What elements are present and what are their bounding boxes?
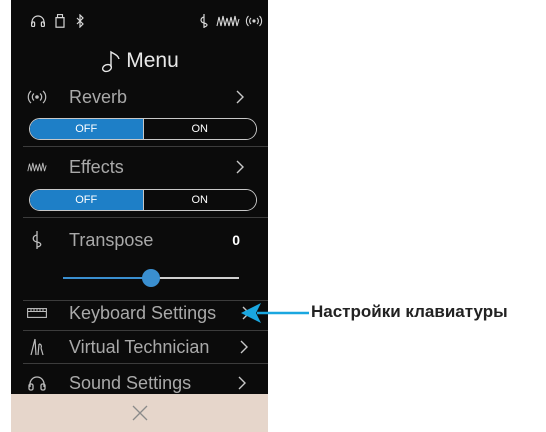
keyboard-settings-label: Keyboard Settings (69, 302, 217, 323)
divider (23, 217, 268, 218)
menu-title-label: Menu (126, 49, 179, 72)
menu-item-reverb[interactable]: Reverb (11, 84, 268, 110)
arrow-left-icon (241, 303, 309, 323)
effects-icon (215, 8, 241, 34)
transpose-value: 0 (232, 232, 240, 248)
usb-icon (53, 8, 67, 34)
transpose-icon (27, 230, 47, 250)
keyboard-icon (27, 303, 47, 323)
app-screen: Menu Reverb OFF ON Effects OFF ON Transp… (11, 0, 268, 432)
status-bar (11, 8, 268, 34)
transpose-label: Transpose (69, 229, 154, 250)
reverb-label: Reverb (69, 86, 128, 107)
chevron-right-icon (236, 90, 244, 104)
transpose-icon (197, 8, 211, 34)
virtual-technician-label: Virtual Technician (69, 336, 210, 357)
transpose-slider[interactable] (63, 268, 239, 288)
chevron-right-icon (240, 340, 248, 354)
callout: Настройки клавиатуры (239, 299, 539, 327)
divider (23, 330, 268, 331)
close-icon[interactable] (131, 404, 149, 422)
music-note-icon (102, 50, 120, 73)
sound-settings-label: Sound Settings (69, 372, 192, 393)
effects-toggle[interactable]: OFF ON (29, 189, 257, 211)
reverb-icon (27, 87, 47, 107)
effects-label: Effects (69, 156, 124, 177)
menu-item-transpose: Transpose 0 (11, 226, 268, 254)
reverb-on-option[interactable]: ON (143, 119, 256, 139)
menu-item-keyboard-settings[interactable]: Keyboard Settings (11, 300, 268, 326)
headphones-icon (27, 373, 47, 393)
footer-bar (11, 394, 268, 432)
slider-thumb[interactable] (142, 269, 160, 287)
bluetooth-icon (73, 8, 87, 34)
menu-item-sound-settings[interactable]: Sound Settings (11, 370, 268, 396)
effects-on-option[interactable]: ON (143, 190, 256, 210)
effects-icon (27, 157, 47, 177)
reverb-icon (245, 8, 263, 34)
divider (23, 146, 268, 147)
menu-item-virtual-technician[interactable]: Virtual Technician (11, 334, 268, 360)
technician-icon (27, 337, 47, 357)
chevron-right-icon (238, 376, 246, 390)
divider (23, 363, 268, 364)
slider-fill (63, 277, 151, 279)
menu-title: Menu (11, 44, 268, 78)
headphones-icon (29, 8, 47, 34)
effects-off-option[interactable]: OFF (30, 190, 144, 210)
callout-text: Настройки клавиатуры (311, 302, 508, 321)
menu-item-effects[interactable]: Effects (11, 154, 268, 180)
chevron-right-icon (236, 160, 244, 174)
reverb-off-option[interactable]: OFF (30, 119, 144, 139)
reverb-toggle[interactable]: OFF ON (29, 118, 257, 140)
